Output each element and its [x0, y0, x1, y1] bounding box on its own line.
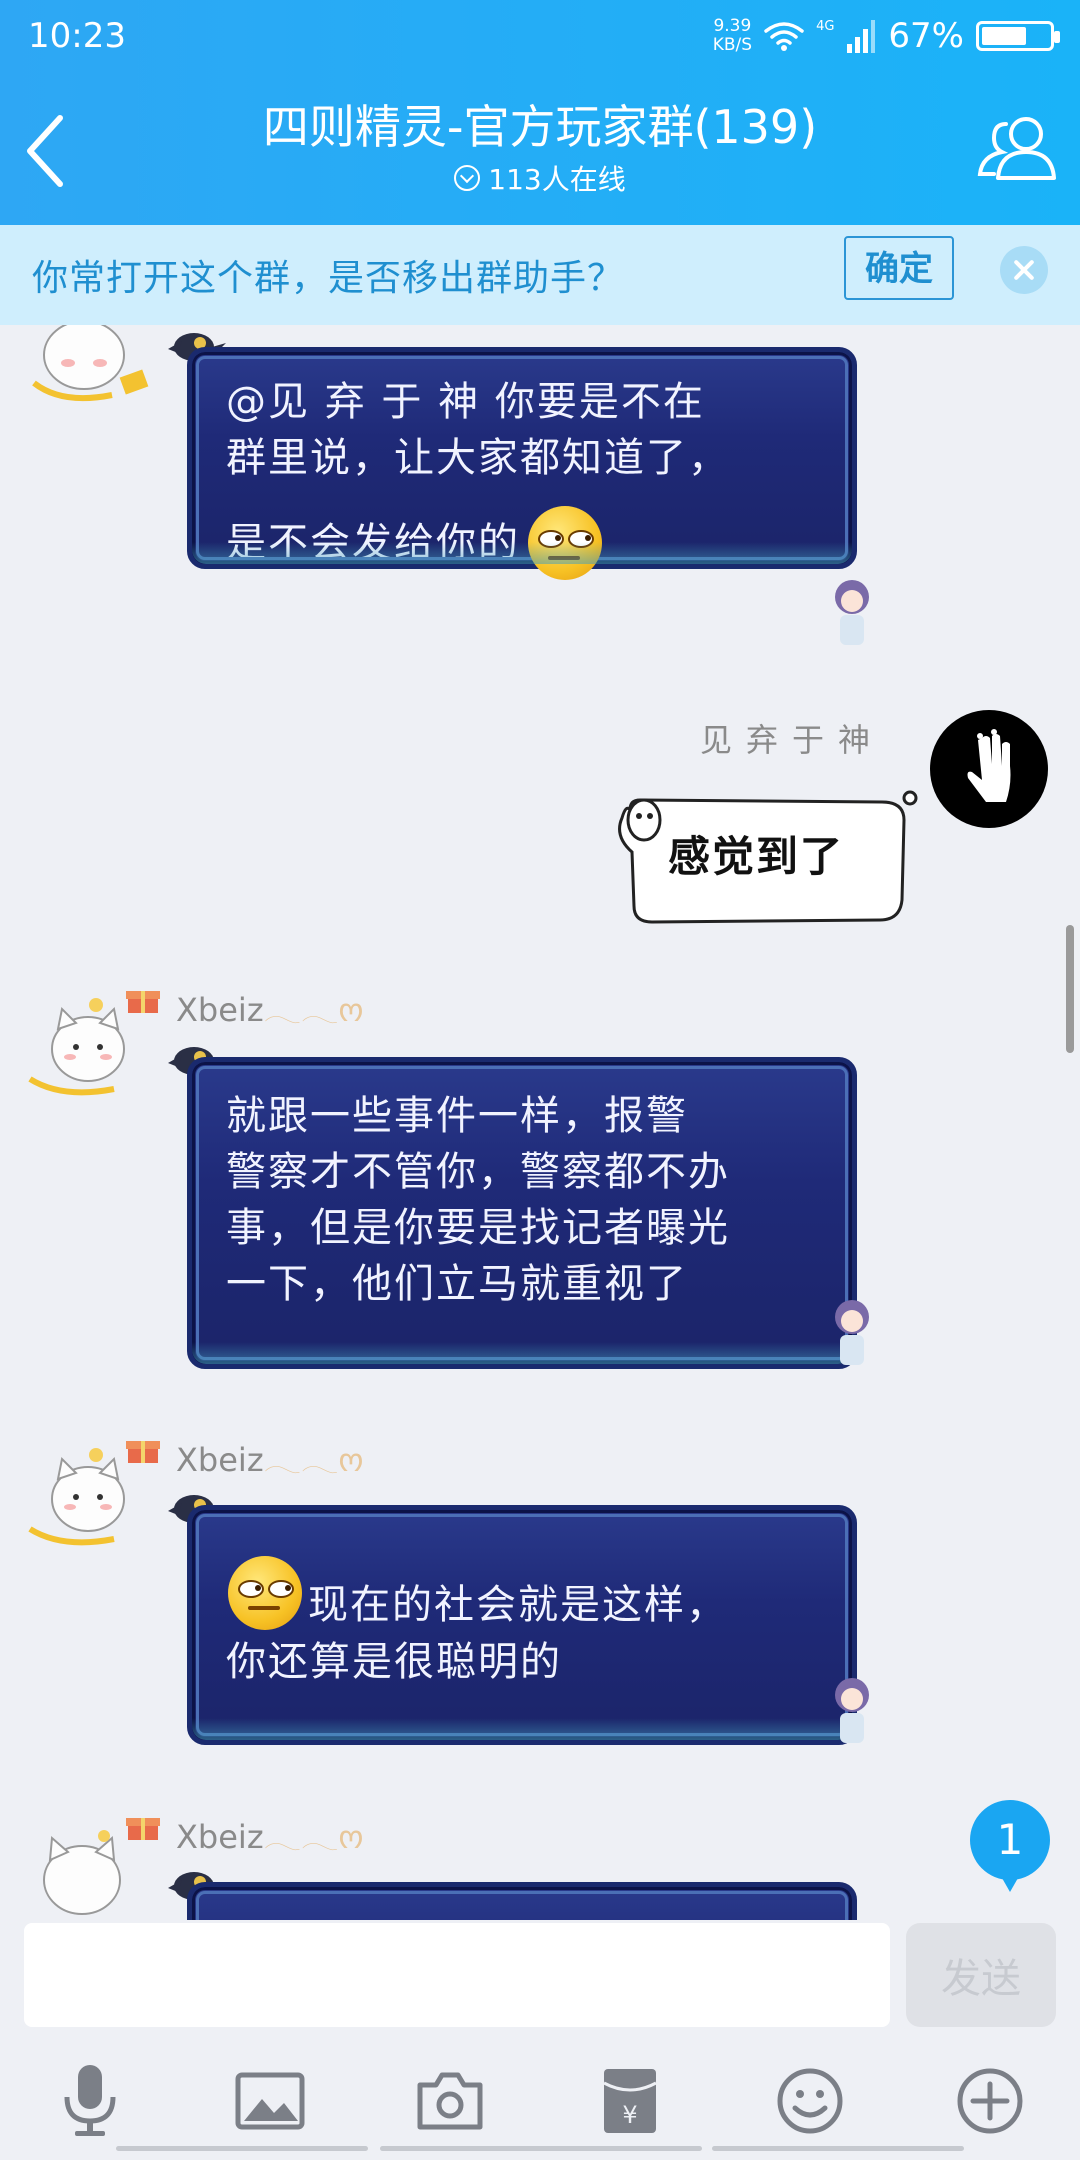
message-bubble[interactable]: 就跟一些事件一样，报警 警察才不管你，警察都不办 事，但是你要是找记者曝光 一下…	[187, 1057, 857, 1369]
message-line: 事，但是你要是找记者曝光	[226, 1205, 730, 1251]
battery-percent: 67%	[888, 16, 964, 56]
battery-tip	[1054, 31, 1060, 43]
message-bubble[interactable]	[187, 1882, 857, 1920]
smirk-emoji	[228, 1556, 302, 1630]
message-line: 是不会发给你的	[226, 520, 520, 566]
image-icon	[235, 2072, 305, 2130]
signal-icon	[846, 18, 876, 54]
group-title: 四则精灵-官方玩家群(139)	[262, 100, 818, 154]
network-speed-value: 9.39	[713, 16, 752, 36]
scrollbar-thumb[interactable]	[1066, 925, 1074, 1053]
bubble-decoration-girl	[835, 1678, 869, 1743]
battery-level	[982, 27, 1027, 45]
image-button[interactable]	[224, 2058, 316, 2144]
message-line: @见 弃 于 神 你要是不在	[226, 379, 705, 425]
status-bar: 10:23 9.39 KB/S 4G 67%	[0, 0, 1080, 75]
sender-name-text: Xbeiz	[176, 1818, 264, 1856]
camera-button[interactable]	[404, 2058, 496, 2144]
battery-icon	[976, 21, 1060, 51]
sender-name-decoration: 𓂃𓂃ო	[263, 1441, 364, 1479]
sender-name-text: Xbeiz	[176, 991, 264, 1029]
nav-indicator	[116, 2146, 368, 2151]
group-members-button[interactable]	[976, 112, 1056, 186]
gift-icon	[126, 1818, 160, 1840]
status-time: 10:23	[28, 16, 126, 56]
online-count-text: 113人在线	[488, 163, 626, 196]
status-indicators: 9.39 KB/S 4G 67%	[713, 14, 1060, 58]
send-button[interactable]: 发送	[906, 1923, 1056, 2027]
close-icon[interactable]	[1000, 246, 1048, 294]
message-bubble[interactable]: @见 弃 于 神 你要是不在 群里说，让大家都知道了， 是不会发给你的	[187, 347, 857, 580]
confirm-button[interactable]: 确定	[844, 236, 954, 300]
message-input[interactable]	[24, 1923, 890, 2027]
sender-name-text: Xbeiz	[176, 1441, 264, 1479]
plus-icon	[957, 2068, 1023, 2134]
gift-icon	[126, 991, 160, 1013]
my-message-text: 感觉到了	[668, 832, 845, 881]
message-line: 群里说，让大家都知道了，	[226, 435, 730, 481]
avatar[interactable]	[22, 325, 152, 405]
more-button[interactable]	[944, 2058, 1036, 2144]
sender-name: 见弃于神	[700, 721, 885, 759]
sender-name: Xbeiz𓂃𓂃ო	[176, 1807, 364, 1859]
red-packet-button[interactable]: ¥	[584, 2058, 676, 2144]
chevron-left-icon	[27, 115, 63, 187]
microphone-icon	[64, 2065, 116, 2136]
smirk-emoji	[528, 506, 602, 580]
network-speed: 9.39 KB/S	[713, 17, 752, 55]
people-icon	[977, 117, 1056, 180]
emoji-icon	[777, 2068, 843, 2134]
title-area[interactable]: 四则精灵-官方玩家群(139) 113人在线	[200, 98, 880, 198]
message-line: 一下，他们立马就重视了	[226, 1261, 688, 1307]
nav-indicator	[712, 2146, 964, 2151]
bubble-decoration-girl	[835, 1300, 869, 1365]
svg-text:¥: ¥	[622, 2101, 637, 2129]
hand-icon	[967, 729, 1011, 802]
sender-name: Xbeiz𓂃𓂃ო	[176, 980, 364, 1032]
notice-text: 你常打开这个群，是否移出群助手？	[32, 258, 625, 299]
sender-name-decoration: 𓂃𓂃ო	[263, 1818, 364, 1856]
wifi-icon	[764, 20, 804, 52]
message-bubble[interactable]: 现在的社会就是这样， 你还算是很聪明的	[187, 1505, 857, 1745]
bubble-decoration-girl	[835, 580, 869, 645]
online-count: 113人在线	[200, 158, 880, 198]
red-packet-icon: ¥	[603, 2069, 657, 2133]
back-button[interactable]	[16, 108, 86, 194]
avatar[interactable]	[930, 710, 1048, 828]
message-line: 你还算是很聪明的	[226, 1639, 562, 1685]
unread-badge[interactable]: 1	[970, 1800, 1050, 1892]
chevron-down-circle-icon	[454, 165, 481, 191]
voice-button[interactable]	[44, 2058, 136, 2144]
camera-icon	[417, 2072, 483, 2130]
gift-icon	[126, 1441, 160, 1463]
emoji-button[interactable]	[764, 2058, 856, 2144]
sender-name-decoration: 𓂃𓂃ო	[263, 991, 364, 1029]
network-speed-unit: KB/S	[712, 35, 753, 55]
sender-name: Xbeiz𓂃𓂃ო	[176, 1430, 364, 1482]
message-line: 现在的社会就是这样，	[308, 1582, 728, 1628]
network-type: 4G	[816, 18, 835, 34]
chat-area[interactable]: @见 弃 于 神 你要是不在 群里说，让大家都知道了， 是不会发给你的 见弃于神…	[0, 325, 1080, 1920]
message-line: 就跟一些事件一样，报警	[226, 1093, 688, 1139]
nav-indicator	[380, 2146, 702, 2151]
message-line: 警察才不管你，警察都不办	[226, 1149, 730, 1195]
header: 10:23 9.39 KB/S 4G 67% 四则精灵-官方玩家群(139) 1…	[0, 0, 1080, 225]
